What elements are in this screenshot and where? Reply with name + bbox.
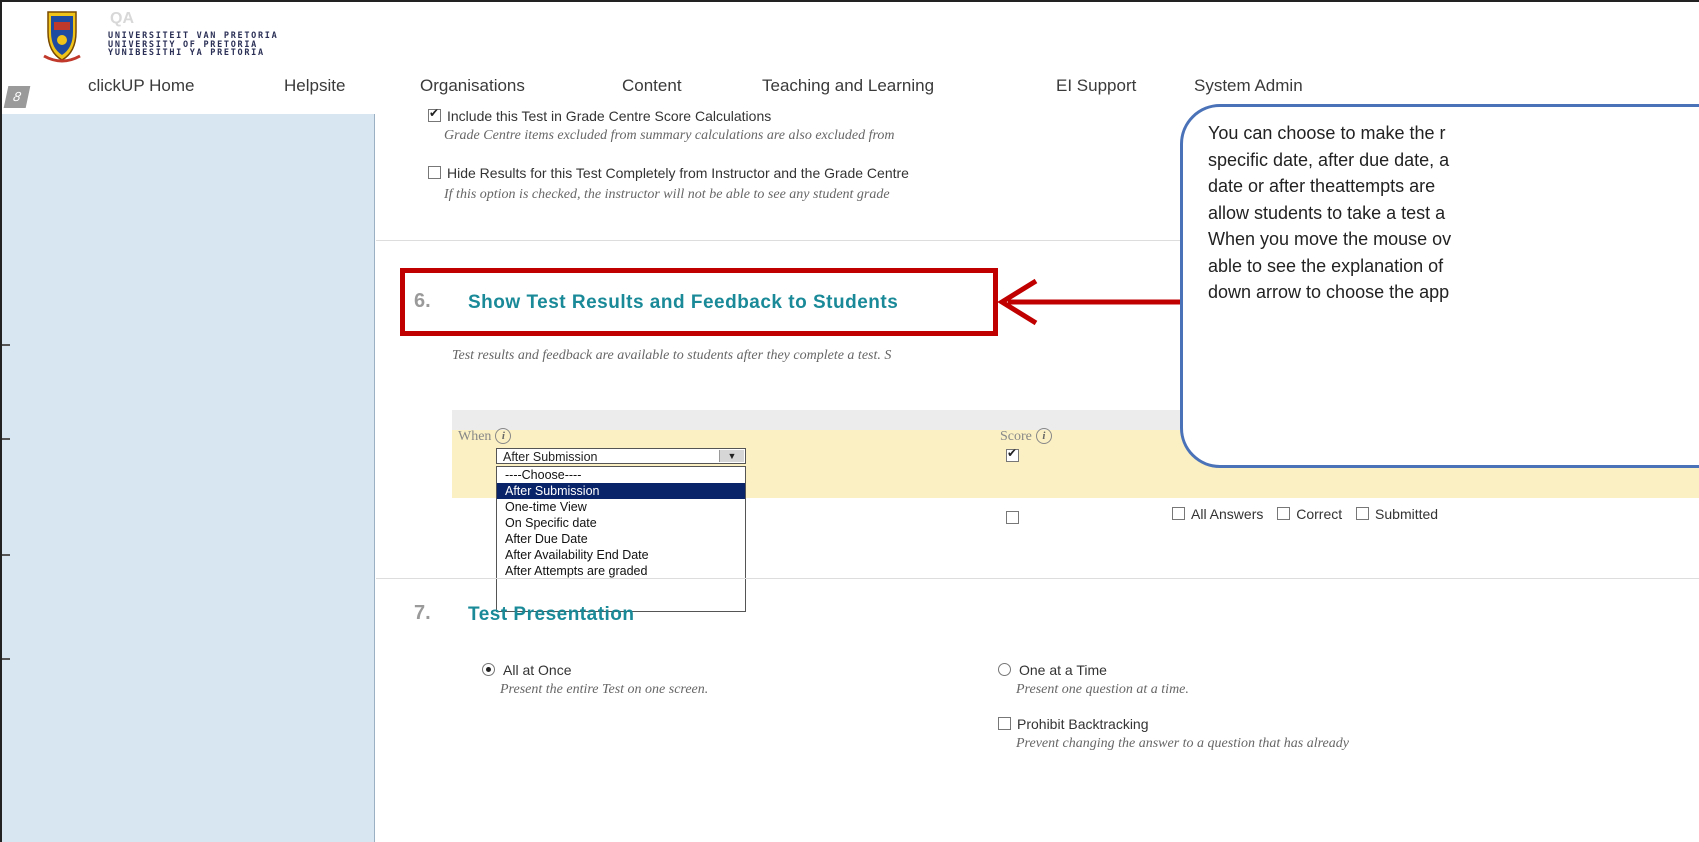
sidebar-tick: [2, 658, 10, 660]
col-when-label: When: [458, 429, 492, 444]
one-at-a-time-option[interactable]: One at a Time: [998, 662, 1107, 678]
correct-label: Correct: [1296, 506, 1343, 522]
nav-item-content[interactable]: Content: [622, 76, 682, 96]
dropdown-option-after-submission[interactable]: After Submission: [497, 483, 745, 499]
one-at-a-time-radio[interactable]: [998, 663, 1011, 676]
all-at-once-hint: Present the entire Test on one screen.: [500, 682, 709, 697]
section-6-highlight-box: [400, 268, 998, 336]
col-when-header: When i: [458, 428, 512, 445]
prohibit-backtracking-hint: Prevent changing the answer to a questio…: [1016, 736, 1349, 751]
prohibit-backtracking-option[interactable]: Prohibit Backtracking: [998, 716, 1149, 732]
callout-line: You can choose to make the r: [1208, 123, 1446, 143]
dropdown-option-one-time-view[interactable]: One-time View: [497, 499, 745, 515]
header: QA UNIVERSITEIT VAN PRETORIA UNIVERSITY …: [2, 2, 1699, 70]
callout-line: able to see the explanation of: [1208, 255, 1444, 276]
checkbox[interactable]: [1006, 511, 1019, 524]
include-in-grade-centre-option[interactable]: Include this Test in Grade Centre Score …: [428, 106, 772, 124]
nav-item-teaching-and-learning[interactable]: Teaching and Learning: [762, 76, 934, 96]
callout-line: specific date, after due date, a: [1208, 149, 1450, 170]
all-at-once-option[interactable]: All at Once: [482, 662, 571, 678]
score-checkbox-row2[interactable]: [1006, 510, 1025, 528]
explanation-callout-text: You can choose to make the r specific da…: [1208, 120, 1699, 306]
page-badge: 8: [3, 86, 31, 108]
info-icon[interactable]: i: [495, 428, 512, 444]
qa-label: QA: [110, 10, 134, 27]
include-in-grade-centre-hint: Grade Centre items excluded from summary…: [444, 128, 895, 143]
sidebar-tick: [2, 438, 10, 440]
prohibit-backtracking-checkbox[interactable]: [998, 717, 1011, 730]
row2-feedback-options: All Answers Correct Submitted: [1172, 506, 1438, 522]
section-7-number: 7.: [414, 602, 431, 624]
chevron-down-icon[interactable]: ▼: [719, 450, 744, 462]
one-at-a-time-label: One at a Time: [1019, 662, 1107, 678]
dropdown-option-after-attempts-are-graded[interactable]: After Attempts are graded: [497, 563, 745, 579]
when-select-value: After Submission: [503, 450, 598, 464]
submitted-checkbox[interactable]: [1356, 507, 1370, 520]
hide-results-hint: If this option is checked, the instructo…: [444, 187, 890, 202]
section-divider: [376, 578, 1699, 579]
university-line-3: YUNIBESITHI YA PRETORIA: [108, 48, 265, 58]
hide-results-checkbox[interactable]: [428, 166, 441, 179]
nav-item-ei-support[interactable]: EI Support: [1056, 76, 1136, 96]
nav-item-organisations[interactable]: Organisations: [420, 76, 525, 96]
when-select[interactable]: After Submission ▼: [496, 448, 746, 464]
callout-line: date or after theattempts are: [1208, 176, 1436, 196]
all-answers-checkbox[interactable]: [1172, 507, 1185, 520]
dropdown-option-after-availability-end-date[interactable]: After Availability End Date: [497, 547, 745, 563]
all-at-once-label: All at Once: [503, 662, 572, 678]
dropdown-option-choose[interactable]: ----Choose----: [497, 467, 745, 483]
university-name: UNIVERSITEIT VAN PRETORIA UNIVERSITY OF …: [108, 32, 278, 58]
section-7-title: Test Presentation: [468, 604, 635, 625]
col-score-label: Score: [1000, 429, 1032, 444]
university-crest-icon[interactable]: [42, 8, 82, 64]
callout-arrow-icon: [997, 278, 1196, 326]
dropdown-option-after-due-date[interactable]: After Due Date: [497, 531, 745, 547]
callout-line: When you move the mouse ov: [1208, 229, 1452, 249]
callout-line: allow students to take a test a: [1208, 202, 1446, 223]
score-checkbox-row1[interactable]: [1006, 446, 1025, 466]
nav-item-clickup-home[interactable]: clickUP Home: [88, 76, 194, 96]
section-6-hint: Test results and feedback are available …: [452, 348, 892, 363]
hide-results-label: Hide Results for this Test Completely fr…: [447, 165, 909, 181]
submitted-label: Submitted: [1375, 506, 1439, 522]
prohibit-backtracking-label: Prohibit Backtracking: [1017, 716, 1149, 732]
dropdown-option-on-specific-date[interactable]: On Specific date: [497, 515, 745, 531]
info-icon[interactable]: i: [1035, 428, 1052, 444]
all-at-once-radio[interactable]: [482, 663, 495, 676]
include-in-grade-centre-checkbox[interactable]: [428, 106, 441, 122]
sidebar-tick: [2, 554, 10, 556]
correct-checkbox[interactable]: [1277, 507, 1291, 520]
sidebar: [2, 114, 375, 842]
include-in-grade-centre-label: Include this Test in Grade Centre Score …: [447, 108, 772, 124]
sidebar-tick: [2, 344, 10, 346]
one-at-a-time-hint: Present one question at a time.: [1016, 682, 1189, 697]
checkbox[interactable]: [1006, 446, 1019, 462]
nav-item-system-admin[interactable]: System Admin: [1194, 76, 1303, 96]
hide-results-option[interactable]: Hide Results for this Test Completely fr…: [428, 165, 909, 181]
all-answers-label: All Answers: [1191, 506, 1264, 522]
when-dropdown-list: ----Choose---- After Submission One-time…: [496, 466, 746, 612]
col-score-header: Score i: [1000, 428, 1052, 445]
callout-line: down arrow to choose the app: [1208, 282, 1450, 302]
nav-item-helpsite[interactable]: Helpsite: [284, 76, 345, 96]
